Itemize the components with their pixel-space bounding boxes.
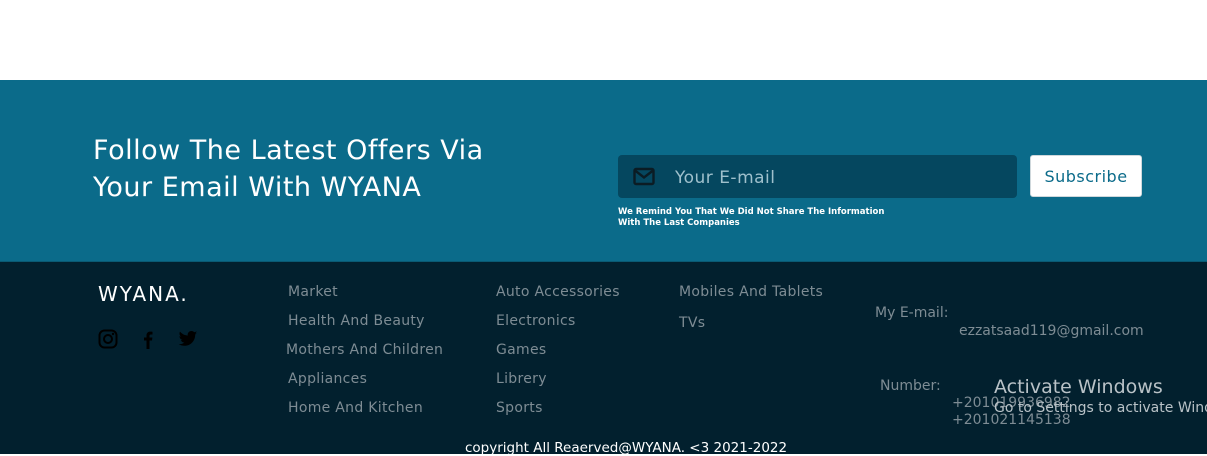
facebook-icon[interactable] <box>138 329 178 351</box>
footer-links-column-2: Auto Accessories Electronics Games Libre… <box>496 281 620 426</box>
envelope-icon <box>633 167 655 186</box>
newsletter-heading-line1: Follow The Latest Offers Via <box>93 135 484 166</box>
top-blank-area <box>0 0 1207 80</box>
footer-link-market[interactable]: Market <box>288 284 338 300</box>
footer-brand-logo: WYANA. <box>98 282 189 306</box>
footer-link-health-and-beauty[interactable]: Health And Beauty <box>288 313 425 329</box>
activate-windows-title: Activate Windows <box>994 376 1163 398</box>
footer-link-mobiles-and-tablets[interactable]: Mobiles And Tablets <box>679 284 823 300</box>
activate-windows-watermark: Activate Windows Go to Settings to activ… <box>994 376 1207 416</box>
footer-link-librery[interactable]: Librery <box>496 371 547 387</box>
newsletter-heading: Follow The Latest Offers Via Your Email … <box>93 132 553 206</box>
privacy-note-line1: We Remind You That We Did Not Share The … <box>618 207 885 217</box>
privacy-note: We Remind You That We Did Not Share The … <box>618 207 888 229</box>
twitter-icon[interactable] <box>178 329 218 351</box>
footer-link-electronics[interactable]: Electronics <box>496 313 576 329</box>
email-field[interactable] <box>673 155 1007 200</box>
subscribe-button[interactable]: Subscribe <box>1030 155 1142 197</box>
site-footer: WYANA. Market Health And Beauty Mothers … <box>0 262 1207 456</box>
newsletter-section: Follow The Latest Offers Via Your Email … <box>0 80 1207 262</box>
privacy-note-line2: With The Last Companies <box>618 218 740 228</box>
email-label: My E-mail: <box>875 305 949 321</box>
footer-link-sports[interactable]: Sports <box>496 400 543 416</box>
footer-links-column-3: Mobiles And Tablets TVs <box>679 281 823 343</box>
footer-link-home-and-kitchen[interactable]: Home And Kitchen <box>288 400 423 416</box>
number-label: Number: <box>880 378 941 394</box>
instagram-icon[interactable] <box>98 329 138 351</box>
footer-link-tvs[interactable]: TVs <box>679 315 705 331</box>
footer-link-mothers-and-children[interactable]: Mothers And Children <box>286 342 443 358</box>
newsletter-heading-line2: Your Email With WYANA <box>93 172 422 203</box>
footer-link-appliances[interactable]: Appliances <box>288 371 367 387</box>
activate-windows-subtitle: Go to Settings to activate Windo <box>994 400 1207 416</box>
email-value: ezzatsaad119@gmail.com <box>959 323 1144 339</box>
footer-link-auto-accessories[interactable]: Auto Accessories <box>496 284 620 300</box>
social-links <box>98 329 218 351</box>
email-input-box[interactable] <box>618 155 1017 200</box>
footer-link-games[interactable]: Games <box>496 342 546 358</box>
footer-links-column-1: Market Health And Beauty Mothers And Chi… <box>286 281 443 426</box>
